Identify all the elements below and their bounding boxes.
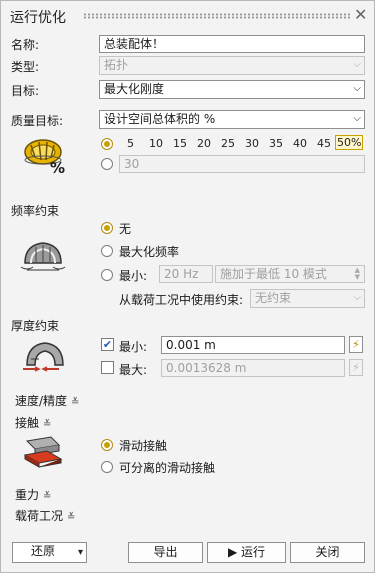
speed-accuracy-expander[interactable]: 速度/精度 ≚ xyxy=(15,392,79,409)
contact-separable-label[interactable]: 可分离的滑动接触 xyxy=(119,459,215,476)
type-value: 拓扑 xyxy=(104,58,129,72)
chevron-double-down-icon: ≚ xyxy=(71,397,80,408)
frequency-max-label[interactable]: 最大化频率 xyxy=(119,243,179,260)
thickness-max-label: 最大: xyxy=(119,363,148,377)
objective-dropdown[interactable]: 最大化刚度 ⌵ xyxy=(99,80,365,99)
contact-sliding-label[interactable]: 滑动接触 xyxy=(119,437,167,454)
drag-handle[interactable] xyxy=(83,13,351,19)
thickness-section-title: 厚度约束 xyxy=(11,319,60,333)
frequency-none-label[interactable]: 无 xyxy=(119,220,131,237)
objective-value: 最大化刚度 xyxy=(104,82,165,96)
mass-slider-radio[interactable] xyxy=(101,138,113,150)
thickness-max-input[interactable]: 0.0013628 m xyxy=(161,359,345,377)
close-button[interactable]: 关闭 xyxy=(290,542,365,563)
mass-tick-15[interactable]: 15 xyxy=(173,137,187,150)
contact-expander[interactable]: 接触 ≚ xyxy=(15,414,51,431)
mass-tick-20[interactable]: 20 xyxy=(197,137,211,150)
gravity-label: 重力 xyxy=(15,488,40,502)
chevron-double-down-icon: ≚ xyxy=(43,419,52,430)
frequency-none-radio[interactable] xyxy=(101,222,113,234)
run-button[interactable]: ▶ 运行 xyxy=(207,542,286,563)
type-label: 类型: xyxy=(11,60,40,74)
mass-tick-30[interactable]: 30 xyxy=(245,137,259,150)
mass-tick-5[interactable]: 5 xyxy=(127,137,134,150)
thickness-min-bolt-icon[interactable]: ⚡ xyxy=(349,336,363,353)
mass-target-dropdown[interactable]: 设计空间总体积的 % ⌵ xyxy=(99,110,365,129)
restore-label: 还原 xyxy=(31,544,56,558)
mass-tick-10[interactable]: 10 xyxy=(149,137,163,150)
mass-tick-35[interactable]: 35 xyxy=(269,137,283,150)
frequency-min-radio[interactable] xyxy=(101,269,113,281)
loadcase-constraint-dropdown[interactable]: 无约束 ⌵ xyxy=(250,289,365,308)
frequency-mode-input[interactable]: 施加于最低 10 模式 ▲ ▼ xyxy=(215,265,365,283)
spinner-icon[interactable]: ▲ ▼ xyxy=(355,267,360,281)
name-input[interactable]: 总装配体！ xyxy=(99,35,365,53)
gravity-expander[interactable]: 重力 ≚ xyxy=(15,486,51,503)
frequency-section-title: 频率约束 xyxy=(11,204,60,218)
chevron-double-down-icon: ≚ xyxy=(43,491,52,502)
chevron-down-icon: ⌵ xyxy=(353,59,361,70)
mass-tick-40[interactable]: 40 xyxy=(293,137,307,150)
mass-custom-radio[interactable] xyxy=(101,158,113,170)
thickness-icon xyxy=(23,342,64,372)
chevron-down-icon: ⌵ xyxy=(353,113,361,124)
contact-icon xyxy=(23,436,63,468)
run-optimization-panel: 运行优化 ✕ 名称: 总装配体！ 类型: 拓扑 ⌵ 目标: 最大化刚度 ⌵ 质量… xyxy=(0,0,375,573)
objective-label: 目标: xyxy=(11,84,40,98)
mass-tick-50-selected[interactable]: 50% xyxy=(335,135,364,150)
type-dropdown[interactable]: 拓扑 ⌵ xyxy=(99,56,365,75)
thickness-min-label: 最小: xyxy=(119,340,148,354)
close-icon[interactable]: ✕ xyxy=(354,5,367,24)
mass-tick-25[interactable]: 25 xyxy=(221,137,235,150)
frequency-max-radio[interactable] xyxy=(101,245,113,257)
chevron-down-icon: ⌵ xyxy=(353,292,361,303)
loadcases-label: 载荷工况 xyxy=(15,509,64,523)
mass-target-label: 质量目标: xyxy=(11,114,64,128)
chevron-down-icon: ▾ xyxy=(77,547,83,558)
chevron-down-icon: ⌵ xyxy=(353,83,361,94)
mass-tick-45[interactable]: 45 xyxy=(317,137,331,150)
loadcases-expander[interactable]: 载荷工况 ≚ xyxy=(15,507,75,524)
speed-accuracy-label: 速度/精度 xyxy=(15,394,68,408)
thickness-max-checkbox[interactable] xyxy=(101,361,114,374)
thickness-min-input[interactable]: 0.001 m xyxy=(161,336,345,354)
frequency-min-label[interactable]: 最小: xyxy=(119,267,147,284)
contact-label: 接触 xyxy=(15,416,40,430)
thickness-max-bolt-icon[interactable]: ⚡ xyxy=(349,359,363,376)
loadcase-constraint-value: 无约束 xyxy=(255,291,292,305)
loadcase-constraint-label: 从载荷工况中使用约束: xyxy=(119,293,244,307)
restore-dropdown[interactable]: 还原 ▾ xyxy=(12,542,87,563)
thickness-min-checkbox[interactable]: ✔ xyxy=(101,338,114,351)
export-button[interactable]: 导出 xyxy=(128,542,203,563)
panel-title: 运行优化 xyxy=(10,10,66,26)
mass-custom-input[interactable]: 30 xyxy=(119,155,365,173)
play-icon: ▶ xyxy=(227,545,238,559)
contact-sliding-radio[interactable] xyxy=(101,439,113,451)
percent-symbol: % xyxy=(50,159,66,177)
chevron-double-down-icon: ≚ xyxy=(67,512,76,523)
frequency-mode-value: 施加于最低 10 模式 xyxy=(220,267,327,281)
frequency-icon xyxy=(20,242,66,271)
contact-separable-radio[interactable] xyxy=(101,461,113,473)
mass-target-value: 设计空间总体积的 % xyxy=(104,112,216,126)
run-label: 运行 xyxy=(241,545,266,559)
frequency-min-input[interactable]: 20 Hz xyxy=(159,265,213,283)
name-label: 名称: xyxy=(11,38,40,52)
